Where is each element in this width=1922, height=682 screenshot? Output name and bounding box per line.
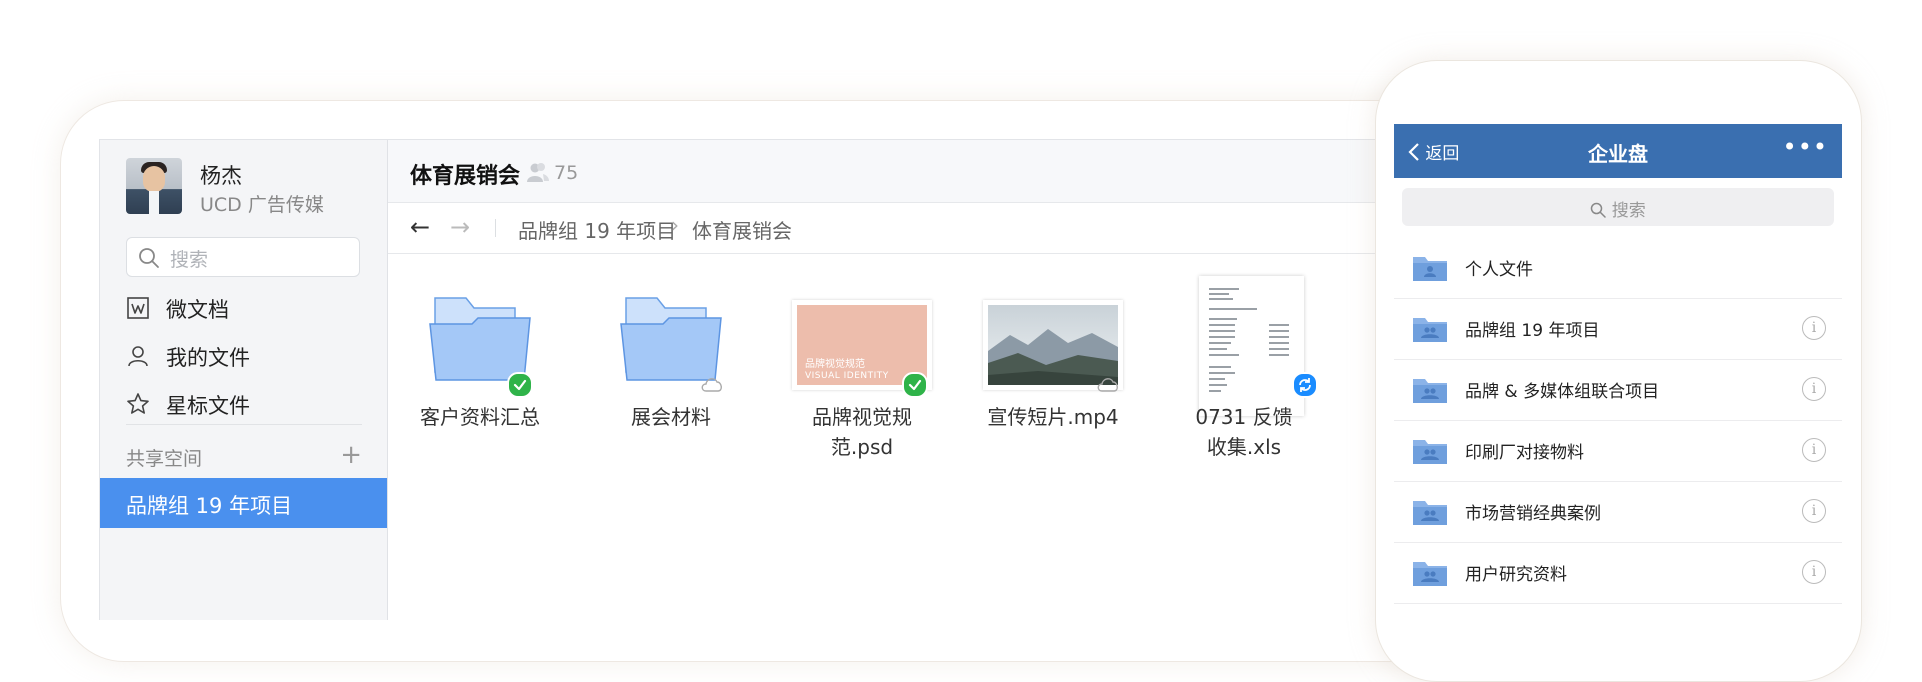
file-name-text: 0731 反馈收集.xls — [1195, 405, 1293, 459]
list-item-label: 市场营销经典案例 — [1465, 504, 1601, 524]
info-icon[interactable]: i — [1802, 438, 1826, 462]
mobile-search-input[interactable]: 搜索 — [1402, 188, 1834, 226]
search-placeholder: 搜索 — [170, 249, 209, 271]
title-bar: 体育展销会 75 — [388, 140, 1440, 203]
sidebar-search-input[interactable]: 搜索 — [126, 237, 360, 277]
main-panel: 体育展销会 75 ← → 品牌组 19 年项目 › 体育展销会 客户资料汇总 展… — [388, 140, 1440, 620]
mobile-app-screen: 返回 企业盘 ••• 搜索 个人文件 品牌组 19 年项目 i 品牌 & 多媒体… — [1394, 124, 1842, 610]
search-icon — [137, 246, 161, 274]
sidebar-item-docs[interactable]: 微文档 — [126, 288, 366, 328]
file-item[interactable]: 0731 反馈收集.xls — [1164, 276, 1324, 490]
avatar[interactable] — [126, 158, 182, 214]
star-icon — [126, 392, 150, 420]
mobile-title: 企业盘 — [1588, 142, 1648, 166]
list-item[interactable]: 个人文件 — [1394, 237, 1842, 299]
search-placeholder: 搜索 — [1611, 201, 1646, 221]
folder-icon — [620, 297, 722, 381]
syncing-icon — [1292, 372, 1318, 398]
path-bar: ← → 品牌组 19 年项目 › 体育展销会 — [388, 203, 1440, 254]
cloud-icon — [701, 378, 722, 392]
thumb-title: 品牌视觉规范 — [805, 359, 865, 370]
file-item[interactable]: 展会材料 — [591, 290, 751, 490]
sidebar-item-brand-project[interactable]: 品牌组 19 年项目 — [100, 478, 387, 528]
cloud-icon — [1097, 378, 1118, 392]
divider — [495, 219, 496, 237]
user-organization: UCD 广告传媒 — [200, 194, 324, 216]
folder-icon — [429, 297, 531, 381]
sidebar-item-label: 品牌组 19 年项目 — [126, 494, 293, 518]
list-item[interactable]: 品牌 & 多媒体组联合项目 i — [1394, 359, 1842, 421]
sidebar-item-starred[interactable]: 星标文件 — [126, 384, 366, 424]
info-icon[interactable]: i — [1802, 377, 1826, 401]
divider — [126, 424, 362, 425]
sidebar-item-label: 我的文件 — [166, 346, 250, 370]
page-title: 体育展销会 — [410, 164, 521, 189]
list-item[interactable]: 印刷厂对接物料 i — [1394, 420, 1842, 482]
breadcrumb-item-current: 体育展销会 — [692, 219, 792, 243]
shared-folder-icon — [1413, 318, 1447, 342]
file-name-text: 品牌视觉规范.psd — [812, 405, 912, 459]
file-name: 品牌视觉规范.psd — [792, 402, 932, 462]
info-icon[interactable]: i — [1802, 499, 1826, 523]
thumb-subtitle: VISUAL IDENTITY — [805, 371, 889, 381]
members-icon — [527, 163, 549, 182]
list-item[interactable]: 市场营销经典案例 i — [1394, 481, 1842, 543]
back-arrow-icon[interactable]: ← — [410, 213, 430, 241]
shared-space-label: 共享空间 — [126, 448, 203, 470]
file-item[interactable]: 宣传短片.mp4 — [973, 290, 1133, 490]
sidebar-item-label: 星标文件 — [166, 394, 250, 418]
sidebar-item-label: 微文档 — [166, 298, 229, 322]
shared-folder-icon — [1413, 440, 1447, 464]
mobile-header: 返回 企业盘 ••• — [1394, 124, 1842, 178]
doc-w-icon — [126, 296, 150, 324]
file-name: 客户资料汇总 — [420, 405, 540, 429]
breadcrumb-item[interactable]: 品牌组 19 年项目 — [518, 215, 676, 244]
sidebar-item-my-files[interactable]: 我的文件 — [126, 336, 366, 376]
list-item-label: 品牌组 19 年项目 — [1465, 321, 1600, 341]
file-name: 宣传短片.mp4 — [987, 405, 1119, 429]
file-name: 展会材料 — [631, 405, 711, 429]
sidebar: 杨杰 UCD 广告传媒 搜索 微文档 我的文件 星标文件 共享空间 + 品牌组 … — [100, 140, 388, 620]
desktop-app-window: 杨杰 UCD 广告传媒 搜索 微文档 我的文件 星标文件 共享空间 + 品牌组 … — [99, 139, 1440, 620]
synced-check-icon — [902, 372, 928, 398]
file-item[interactable]: 客户资料汇总 — [400, 290, 560, 490]
file-item[interactable]: 品牌视觉规范 VISUAL IDENTITY 品牌视觉规范.psd — [782, 290, 942, 490]
list-item[interactable]: 用户研究资料 i — [1394, 542, 1842, 604]
list-item[interactable]: 品牌组 19 年项目 i — [1394, 298, 1842, 360]
file-name: 0731 反馈收集.xls — [1189, 402, 1299, 462]
more-options-icon[interactable]: ••• — [1783, 133, 1828, 161]
info-icon[interactable]: i — [1802, 316, 1826, 340]
shared-folder-icon — [1413, 562, 1447, 586]
shared-folder-icon — [1413, 501, 1447, 525]
personal-folder-icon — [1413, 257, 1447, 281]
list-item-label: 个人文件 — [1465, 260, 1533, 280]
add-shared-space-button[interactable]: + — [340, 440, 362, 470]
shared-folder-icon — [1413, 379, 1447, 403]
list-item-label: 品牌 & 多媒体组联合项目 — [1465, 382, 1660, 402]
search-icon — [1591, 202, 1607, 218]
chevron-right-icon: › — [671, 213, 679, 237]
info-icon[interactable]: i — [1802, 560, 1826, 584]
member-count-value: 75 — [554, 162, 579, 184]
user-name: 杨杰 — [200, 164, 242, 188]
shared-space-header: 共享空间 + — [126, 440, 362, 474]
person-icon — [126, 344, 150, 372]
list-item-label: 印刷厂对接物料 — [1465, 443, 1584, 463]
synced-check-icon — [507, 372, 533, 398]
list-item-label: 用户研究资料 — [1465, 565, 1567, 585]
forward-arrow-icon[interactable]: → — [450, 213, 470, 241]
